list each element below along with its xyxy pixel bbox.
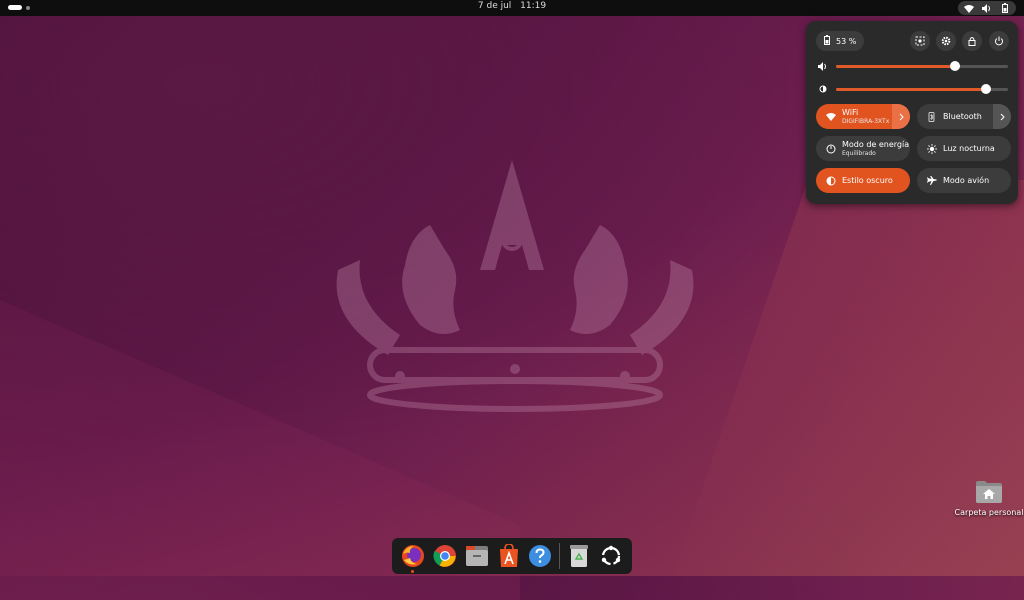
volume-icon (982, 3, 992, 13)
wifi-title: WiFi (842, 107, 859, 117)
settings-icon (941, 36, 951, 46)
home-folder-icon (975, 480, 1003, 504)
wallpaper-crown-logo (336, 160, 694, 412)
wifi-toggle[interactable]: WiFi DIGIFIBRA-3XTx (816, 104, 910, 129)
power-mode-toggle[interactable]: Modo de energía Equilibrado (816, 136, 910, 161)
night-light-icon (927, 143, 937, 154)
wifi-menu-arrow[interactable] (892, 104, 910, 129)
airplane-icon (927, 175, 937, 186)
battery-percentage: 53 % (836, 36, 857, 46)
screenshot-icon (915, 36, 925, 46)
night-light-title: Luz nocturna (943, 143, 995, 153)
volume-slider-fill (836, 64, 955, 68)
dock-app-files[interactable] (464, 543, 490, 569)
volume-slider-row (818, 60, 1008, 72)
show-apps-icon (601, 545, 621, 566)
airplane-mode-title: Modo avión (943, 175, 990, 185)
home-folder-label: Carpeta personal (954, 508, 1024, 517)
bluetooth-title: Bluetooth (943, 111, 982, 121)
dock-app-chrome[interactable] (432, 543, 458, 569)
chevron-right-icon (1000, 113, 1005, 120)
dock (392, 538, 632, 574)
bluetooth-icon (927, 111, 937, 122)
power-button[interactable] (989, 31, 1009, 51)
power-mode-value: Equilibrado (842, 149, 876, 157)
battery-icon (824, 35, 830, 47)
bluetooth-menu-arrow[interactable] (993, 104, 1011, 129)
brightness-slider-fill (836, 87, 986, 91)
app-center-icon (499, 544, 518, 567)
settings-button[interactable] (936, 31, 956, 51)
files-icon (465, 546, 488, 566)
dock-app-app-center[interactable] (496, 543, 522, 569)
lock-button[interactable] (962, 31, 982, 51)
battery-status-button[interactable]: 53 % (816, 31, 865, 51)
clock[interactable]: 7 de jul 11:19 (0, 1, 1024, 11)
volume-slider[interactable] (836, 60, 1008, 71)
bluetooth-toggle[interactable]: Bluetooth (917, 104, 1011, 129)
desktop-home-folder[interactable]: Carpeta personal (954, 480, 1024, 517)
brightness-slider-row (818, 83, 1008, 95)
lock-icon (968, 37, 976, 46)
night-light-toggle[interactable]: Luz nocturna (917, 136, 1011, 161)
wifi-network-name: DIGIFIBRA-3XTx (842, 117, 890, 125)
system-menu-button[interactable] (958, 1, 1016, 15)
trash-icon (570, 545, 589, 567)
running-indicator (411, 570, 414, 573)
dock-app-show-apps[interactable] (598, 543, 624, 569)
power-mode-title: Modo de energía (842, 139, 910, 149)
clock-time: 11:19 (520, 1, 547, 11)
volume-icon[interactable] (818, 61, 828, 71)
chevron-right-icon (899, 113, 904, 120)
wifi-icon (964, 3, 974, 13)
power-mode-icon (826, 144, 836, 154)
airplane-mode-toggle[interactable]: Modo avión (917, 168, 1011, 193)
quick-settings-panel: 53 % WiFi DIGIFIBRA-3XTx Bluetooth Modo … (806, 21, 1018, 204)
clock-date: 7 de jul (477, 1, 512, 11)
brightness-icon (818, 84, 828, 94)
firefox-icon (402, 545, 424, 567)
power-icon (995, 36, 1003, 46)
screenshot-button[interactable] (910, 31, 930, 51)
wifi-icon (826, 112, 836, 122)
volume-slider-knob[interactable] (949, 60, 960, 71)
dock-app-firefox[interactable] (400, 543, 426, 573)
dock-app-help[interactable] (527, 543, 553, 569)
help-icon (529, 545, 552, 567)
top-bar: 7 de jul 11:19 (0, 0, 1024, 16)
battery-icon (1000, 3, 1010, 13)
dock-app-trash[interactable] (566, 543, 592, 569)
chrome-icon (433, 545, 456, 567)
dock-separator (559, 543, 561, 569)
dark-style-icon (826, 176, 836, 186)
dark-style-toggle[interactable]: Estilo oscuro (816, 168, 910, 193)
dark-style-title: Estilo oscuro (842, 175, 893, 185)
brightness-slider[interactable] (836, 83, 1008, 94)
brightness-slider-knob[interactable] (980, 83, 991, 94)
